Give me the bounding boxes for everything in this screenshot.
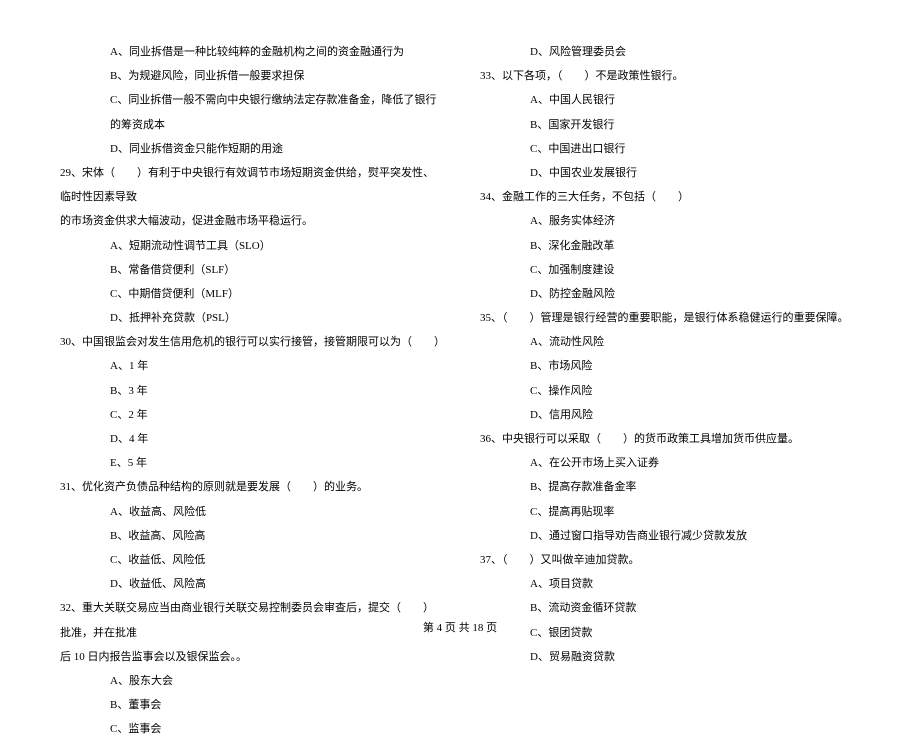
option-text: A、在公开市场上买入证券 [480, 451, 860, 475]
option-text: A、同业拆借是一种比较纯粹的金融机构之间的资金融通行为 [60, 40, 440, 64]
option-text: C、收益低、风险低 [60, 548, 440, 572]
option-text: B、3 年 [60, 379, 440, 403]
question-31: 31、优化资产负债品种结构的原则就是要发展（ ）的业务。 [60, 475, 440, 499]
option-text: D、收益低、风险高 [60, 572, 440, 596]
option-text: D、风险管理委员会 [480, 40, 860, 64]
option-text: A、中国人民银行 [480, 88, 860, 112]
option-text: D、通过窗口指导劝告商业银行减少贷款发放 [480, 524, 860, 548]
question-37: 37、（ ）又叫做辛迪加贷款。 [480, 548, 860, 572]
right-column: D、风险管理委员会 33、以下各项，（ ）不是政策性银行。 A、中国人民银行 B… [480, 40, 860, 741]
question-29-cont: 的市场资金供求大幅波动，促进金融市场平稳运行。 [60, 209, 440, 233]
question-32-cont: 后 10 日内报告监事会以及银保监会。。 [60, 645, 440, 669]
option-text: C、2 年 [60, 403, 440, 427]
option-text: A、短期流动性调节工具（SLO） [60, 234, 440, 258]
option-text: B、提高存款准备金率 [480, 475, 860, 499]
option-text: A、收益高、风险低 [60, 500, 440, 524]
left-column: A、同业拆借是一种比较纯粹的金融机构之间的资金融通行为 B、为规避风险，同业拆借… [60, 40, 440, 741]
option-text: A、1 年 [60, 354, 440, 378]
option-text: A、服务实体经济 [480, 209, 860, 233]
option-text: D、同业拆借资金只能作短期的用途 [60, 137, 440, 161]
question-30: 30、中国银监会对发生信用危机的银行可以实行接管，接管期限可以为（ ） [60, 330, 440, 354]
option-text: C、同业拆借一般不需向中央银行缴纳法定存款准备金，降低了银行的筹资成本 [60, 88, 440, 136]
option-text: D、4 年 [60, 427, 440, 451]
option-text: D、贸易融资贷款 [480, 645, 860, 669]
option-text: C、中国进出口银行 [480, 137, 860, 161]
question-35: 35、（ ）管理是银行经营的重要职能，是银行体系稳健运行的重要保障。 [480, 306, 860, 330]
option-text: C、提高再贴现率 [480, 500, 860, 524]
page-footer: 第 4 页 共 18 页 [0, 619, 920, 635]
option-text: B、深化金融改革 [480, 234, 860, 258]
question-34: 34、金融工作的三大任务，不包括（ ） [480, 185, 860, 209]
option-text: D、抵押补充贷款（PSL） [60, 306, 440, 330]
option-text: A、流动性风险 [480, 330, 860, 354]
option-text: B、为规避风险，同业拆借一般要求担保 [60, 64, 440, 88]
option-text: A、股东大会 [60, 669, 440, 693]
option-text: B、董事会 [60, 693, 440, 717]
question-29: 29、宋体（ ）有利于中央银行有效调节市场短期资金供给，熨平突发性、临时性因素导… [60, 161, 440, 209]
question-36: 36、中央银行可以采取（ ）的货币政策工具增加货币供应量。 [480, 427, 860, 451]
option-text: B、市场风险 [480, 354, 860, 378]
option-text: C、加强制度建设 [480, 258, 860, 282]
option-text: C、操作风险 [480, 379, 860, 403]
option-text: D、防控金融风险 [480, 282, 860, 306]
option-text: B、流动资金循环贷款 [480, 596, 860, 620]
option-text: D、中国农业发展银行 [480, 161, 860, 185]
option-text: B、常备借贷便利（SLF） [60, 258, 440, 282]
option-text: B、收益高、风险高 [60, 524, 440, 548]
option-text: B、国家开发银行 [480, 113, 860, 137]
option-text: C、监事会 [60, 717, 440, 741]
option-text: E、5 年 [60, 451, 440, 475]
option-text: A、项目贷款 [480, 572, 860, 596]
option-text: C、中期借贷便利（MLF） [60, 282, 440, 306]
option-text: D、信用风险 [480, 403, 860, 427]
question-33: 33、以下各项，（ ）不是政策性银行。 [480, 64, 860, 88]
